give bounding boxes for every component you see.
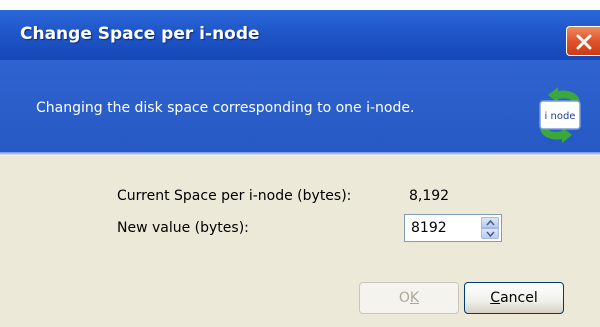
title-bar[interactable]: Change Space per i-node: [0, 10, 600, 60]
cancel-label-rest: ancel: [500, 290, 538, 306]
dialog-body: Current Space per i-node (bytes): 8,192 …: [0, 156, 600, 327]
chevron-down-icon: [486, 231, 495, 237]
ok-label-mnemonic: K: [409, 290, 420, 306]
close-icon: [576, 34, 592, 50]
inode-icon: i node: [539, 87, 581, 143]
cancel-button[interactable]: Cancel: [464, 282, 564, 314]
header-description: Changing the disk space corresponding to…: [36, 100, 415, 116]
spin-up-button[interactable]: [481, 217, 499, 228]
ok-label-prefix: O: [398, 290, 410, 306]
svg-text:i node: i node: [545, 111, 576, 122]
current-space-label: Current Space per i-node (bytes):: [117, 188, 352, 204]
cancel-label-mnemonic: C: [490, 290, 501, 306]
window-title: Change Space per i-node: [20, 24, 260, 44]
new-value-input[interactable]: [411, 219, 477, 237]
header-banner: Changing the disk space corresponding to…: [0, 60, 600, 152]
current-space-value: 8,192: [409, 188, 450, 204]
new-value-spinner[interactable]: [404, 214, 502, 242]
chevron-up-icon: [486, 220, 495, 226]
dialog-window: Change Space per i-node Changing the dis…: [0, 0, 600, 327]
ok-button[interactable]: OK: [359, 282, 459, 314]
spinner-buttons: [481, 217, 499, 239]
spin-down-button[interactable]: [481, 228, 499, 239]
new-value-label: New value (bytes):: [117, 220, 249, 236]
close-button[interactable]: [566, 26, 600, 56]
